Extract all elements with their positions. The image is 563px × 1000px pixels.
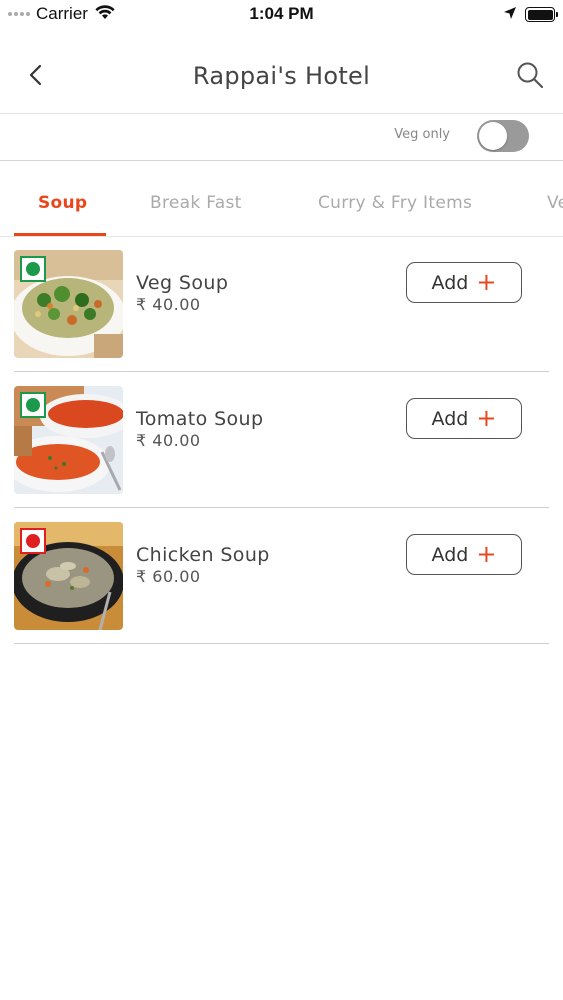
- menu-item: Veg Soup ₹ 40.00 Add +: [14, 236, 549, 372]
- menu-list: Veg Soup ₹ 40.00 Add + Tomato Soup ₹ 40.…: [14, 236, 549, 644]
- tab-veg[interactable]: Ve: [547, 193, 563, 213]
- veg-filter-row: Veg only: [0, 114, 563, 161]
- veg-indicator-icon: [20, 392, 46, 418]
- veg-indicator-icon: [20, 256, 46, 282]
- veg-only-label: Veg only: [394, 127, 450, 142]
- item-name: Veg Soup: [136, 272, 229, 294]
- battery-icon: [525, 7, 558, 22]
- add-button-label: Add: [431, 271, 469, 294]
- item-price: ₹ 60.00: [136, 567, 201, 586]
- status-right: [503, 5, 558, 24]
- page-title: Rappai's Hotel: [192, 62, 371, 90]
- veg-soup-image: [14, 250, 123, 358]
- search-button[interactable]: [513, 60, 547, 94]
- location-arrow-icon: [503, 5, 517, 24]
- plus-icon: +: [476, 267, 497, 296]
- status-bar: Carrier 1:04 PM: [0, 0, 563, 30]
- add-button-label: Add: [431, 543, 469, 566]
- tomato-soup-image: [14, 386, 123, 494]
- tab-soup[interactable]: Soup: [38, 193, 87, 213]
- veg-only-toggle[interactable]: [477, 120, 529, 152]
- item-price: ₹ 40.00: [136, 295, 201, 314]
- tab-break-fast[interactable]: Break Fast: [150, 193, 242, 213]
- status-time: 1:04 PM: [249, 4, 314, 23]
- item-name: Chicken Soup: [136, 544, 270, 566]
- search-icon: [516, 61, 544, 93]
- add-button[interactable]: Add +: [406, 262, 522, 303]
- toggle-knob: [479, 122, 507, 150]
- add-button[interactable]: Add +: [406, 398, 522, 439]
- tab-curry-fry-items[interactable]: Curry & Fry Items: [318, 193, 472, 213]
- chicken-soup-image: [14, 522, 123, 630]
- menu-item: Tomato Soup ₹ 40.00 Add +: [14, 372, 549, 508]
- add-button-label: Add: [431, 407, 469, 430]
- plus-icon: +: [476, 403, 497, 432]
- item-name: Tomato Soup: [136, 408, 264, 430]
- category-tabs: Soup Break Fast Curry & Fry Items Ve: [0, 175, 563, 237]
- menu-item: Chicken Soup ₹ 60.00 Add +: [14, 508, 549, 644]
- plus-icon: +: [476, 539, 497, 568]
- nav-bar: Rappai's Hotel: [0, 40, 563, 114]
- non-veg-indicator-icon: [20, 528, 46, 554]
- item-price: ₹ 40.00: [136, 431, 201, 450]
- add-button[interactable]: Add +: [406, 534, 522, 575]
